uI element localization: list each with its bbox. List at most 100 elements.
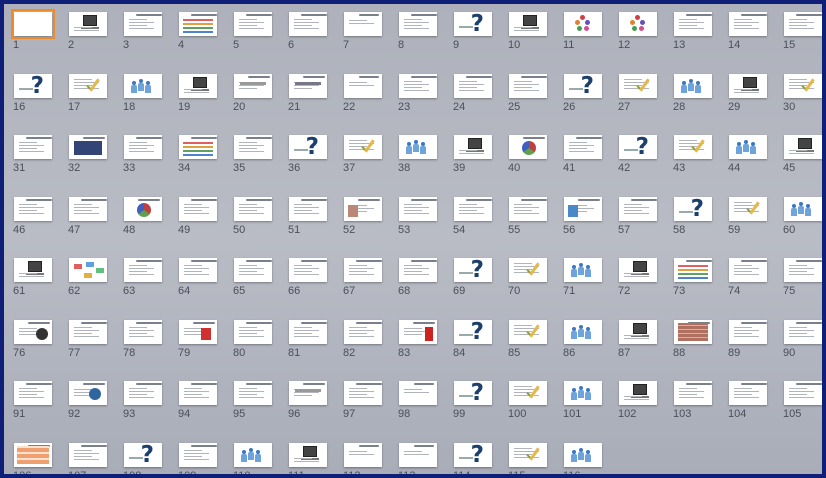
slide-thumbnail-7[interactable] xyxy=(344,12,382,36)
slide-thumbnail-2[interactable] xyxy=(69,12,107,36)
slide-thumbnail-44[interactable] xyxy=(729,135,767,159)
slide-thumbnail-24[interactable] xyxy=(454,73,492,98)
slide-thumbnail-100[interactable] xyxy=(509,381,547,405)
slide-thumbnail-37[interactable] xyxy=(344,135,382,159)
slide-thumbnail-6[interactable] xyxy=(289,12,327,36)
slide-thumbnail-98[interactable] xyxy=(399,381,437,405)
slide-thumbnail-33[interactable] xyxy=(124,135,162,159)
slide-thumbnail-17[interactable] xyxy=(69,73,107,98)
slide-thumbnail-22[interactable] xyxy=(344,73,382,98)
slide-thumbnail-108[interactable]: ? xyxy=(124,442,162,467)
slide-thumbnail-80[interactable] xyxy=(234,319,272,344)
slide-thumbnail-67[interactable] xyxy=(344,258,382,282)
slide-thumbnail-107[interactable] xyxy=(69,442,107,467)
slide-thumbnail-59[interactable] xyxy=(729,196,767,221)
slide-thumbnail-19[interactable] xyxy=(179,73,217,98)
slide-thumbnail-66[interactable] xyxy=(289,258,327,282)
slide-thumbnail-114[interactable]: ? xyxy=(454,442,492,467)
slide-thumbnail-109[interactable] xyxy=(179,442,217,467)
slide-thumbnail-94[interactable] xyxy=(179,381,217,405)
slide-thumbnail-112[interactable] xyxy=(344,442,382,467)
slide-thumbnail-55[interactable] xyxy=(509,196,547,221)
slide-thumbnail-51[interactable] xyxy=(289,196,327,221)
slide-thumbnail-30[interactable] xyxy=(784,73,822,98)
slide-thumbnail-21[interactable] xyxy=(289,73,327,98)
slide-thumbnail-32[interactable] xyxy=(69,135,107,159)
slide-thumbnail-23[interactable] xyxy=(399,73,437,98)
slide-thumbnail-83[interactable] xyxy=(399,319,437,344)
slide-thumbnail-62[interactable] xyxy=(69,258,107,282)
slide-thumbnail-45[interactable] xyxy=(784,135,822,159)
slide-thumbnail-16[interactable]: ? xyxy=(14,73,52,98)
slide-thumbnail-40[interactable] xyxy=(509,135,547,159)
slide-thumbnail-70[interactable] xyxy=(509,258,547,282)
slide-thumbnail-28[interactable] xyxy=(674,73,712,98)
slide-thumbnail-26[interactable]: ? xyxy=(564,73,602,98)
slide-thumbnail-8[interactable] xyxy=(399,12,437,36)
slide-thumbnail-15[interactable] xyxy=(784,12,822,36)
slide-thumbnail-113[interactable] xyxy=(399,442,437,467)
slide-thumbnail-25[interactable] xyxy=(509,73,547,98)
slide-thumbnail-42[interactable]: ? xyxy=(619,135,657,159)
slide-thumbnail-75[interactable] xyxy=(784,258,822,282)
slide-thumbnail-116[interactable] xyxy=(564,442,602,467)
slide-thumbnail-97[interactable] xyxy=(344,381,382,405)
slide-thumbnail-95[interactable] xyxy=(234,381,272,405)
slide-thumbnail-65[interactable] xyxy=(234,258,272,282)
slide-thumbnail-84[interactable]: ? xyxy=(454,319,492,344)
slide-thumbnail-72[interactable] xyxy=(619,258,657,282)
slide-thumbnail-81[interactable] xyxy=(289,319,327,344)
slide-thumbnail-82[interactable] xyxy=(344,319,382,344)
slide-thumbnail-54[interactable] xyxy=(454,196,492,221)
slide-thumbnail-60[interactable] xyxy=(784,196,822,221)
slide-thumbnail-1[interactable] xyxy=(11,9,55,39)
slide-thumbnail-43[interactable] xyxy=(674,135,712,159)
slide-thumbnail-18[interactable] xyxy=(124,73,162,98)
slide-thumbnail-48[interactable] xyxy=(124,196,162,221)
slide-thumbnail-41[interactable] xyxy=(564,135,602,159)
slide-thumbnail-3[interactable] xyxy=(124,12,162,36)
slide-thumbnail-9[interactable]: ? xyxy=(454,12,492,36)
slide-thumbnail-111[interactable] xyxy=(289,442,327,467)
slide-thumbnail-99[interactable]: ? xyxy=(454,381,492,405)
slide-thumbnail-38[interactable] xyxy=(399,135,437,159)
slide-thumbnail-53[interactable] xyxy=(399,196,437,221)
slide-thumbnail-71[interactable] xyxy=(564,258,602,282)
slide-thumbnail-52[interactable] xyxy=(344,196,382,221)
slide-thumbnail-57[interactable] xyxy=(619,196,657,221)
slide-thumbnail-4[interactable] xyxy=(179,12,217,36)
slide-thumbnail-79[interactable] xyxy=(179,319,217,344)
slide-thumbnail-56[interactable] xyxy=(564,196,602,221)
slide-thumbnail-10[interactable] xyxy=(509,12,547,36)
slide-thumbnail-104[interactable] xyxy=(729,381,767,405)
slide-thumbnail-47[interactable] xyxy=(69,196,107,221)
slide-thumbnail-89[interactable] xyxy=(729,319,767,344)
slide-thumbnail-74[interactable] xyxy=(729,258,767,282)
slide-thumbnail-93[interactable] xyxy=(124,381,162,405)
slide-thumbnail-73[interactable] xyxy=(674,258,712,282)
slide-thumbnail-58[interactable]: ? xyxy=(674,196,712,221)
slide-thumbnail-63[interactable] xyxy=(124,258,162,282)
slide-thumbnail-61[interactable] xyxy=(14,258,52,282)
slide-thumbnail-76[interactable] xyxy=(14,319,52,344)
slide-thumbnail-35[interactable] xyxy=(234,135,272,159)
slide-thumbnail-110[interactable] xyxy=(234,442,272,467)
slide-thumbnail-31[interactable] xyxy=(14,135,52,159)
slide-thumbnail-86[interactable] xyxy=(564,319,602,344)
slide-thumbnail-115[interactable] xyxy=(509,442,547,467)
slide-thumbnail-68[interactable] xyxy=(399,258,437,282)
slide-thumbnail-69[interactable]: ? xyxy=(454,258,492,282)
slide-thumbnail-12[interactable] xyxy=(619,12,657,36)
slide-thumbnail-39[interactable] xyxy=(454,135,492,159)
slide-thumbnail-36[interactable]: ? xyxy=(289,135,327,159)
slide-thumbnail-87[interactable] xyxy=(619,319,657,344)
slide-thumbnail-101[interactable] xyxy=(564,381,602,405)
slide-thumbnail-11[interactable] xyxy=(564,12,602,36)
slide-thumbnail-20[interactable] xyxy=(234,73,272,98)
slide-thumbnail-50[interactable] xyxy=(234,196,272,221)
slide-thumbnail-105[interactable] xyxy=(784,381,822,405)
slide-thumbnail-90[interactable] xyxy=(784,319,822,344)
slide-thumbnail-88[interactable] xyxy=(674,319,712,344)
slide-thumbnail-102[interactable] xyxy=(619,381,657,405)
slide-thumbnail-91[interactable] xyxy=(14,381,52,405)
